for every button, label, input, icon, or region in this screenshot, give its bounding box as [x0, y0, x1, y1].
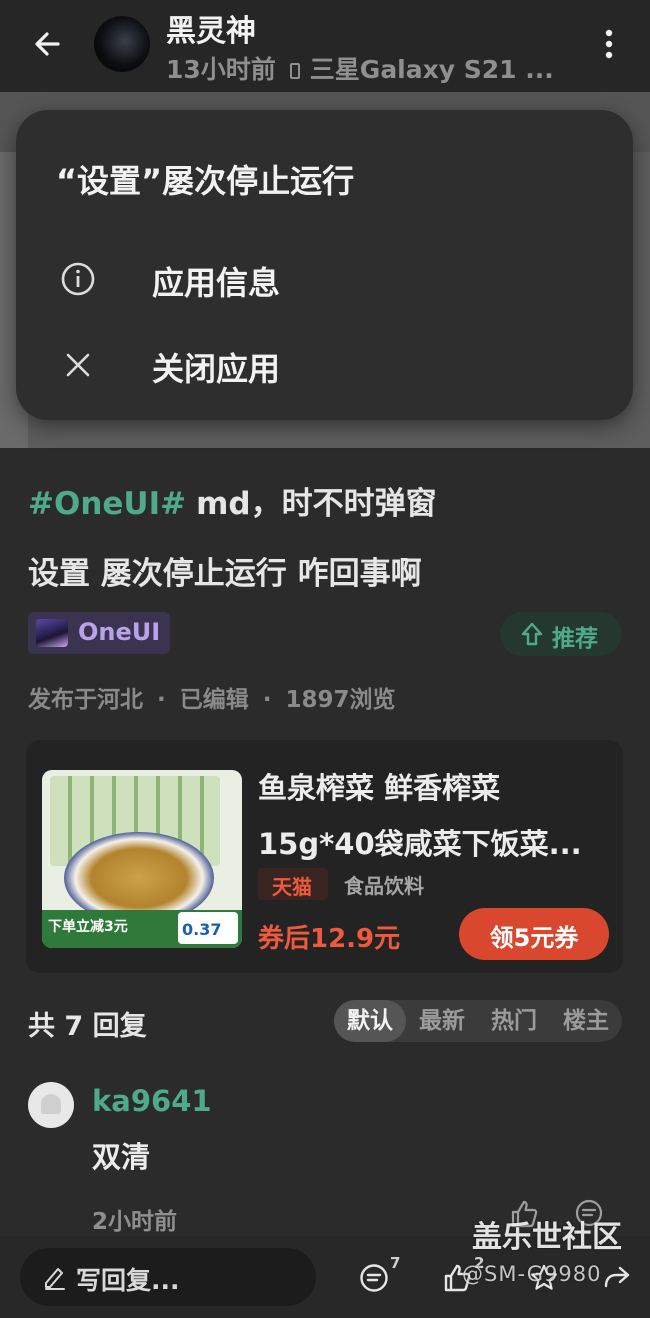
commenter-name[interactable]: ka9641 [92, 1084, 212, 1118]
product-title-line2: 15g*40袋咸菜下饭菜... [258, 827, 582, 861]
dialog-option-app-info[interactable]: 应用信息 [16, 244, 633, 314]
post-time: 13小时前 [166, 55, 276, 84]
more-options-icon[interactable] [596, 24, 622, 64]
comment-time: 2小时前 [92, 1209, 178, 1235]
sort-tab-hot[interactable]: 热门 [478, 1000, 550, 1042]
recommend-button[interactable]: 推荐 [500, 612, 622, 656]
post-title-text: md，时不时弹窗 [196, 486, 437, 522]
android-icon [41, 1094, 61, 1114]
dialog-option-label: 应用信息 [152, 264, 281, 302]
topic-thumbnail [36, 619, 68, 647]
store-badge-label: 天猫 [272, 875, 312, 899]
get-coupon-button[interactable]: 领5元券 [459, 908, 609, 960]
post-views: 1897浏览 [285, 687, 396, 713]
dialog-option-close-app[interactable]: 关闭应用 [16, 330, 633, 400]
commenter-avatar[interactable] [28, 1082, 74, 1128]
recommend-label: 推荐 [552, 626, 598, 652]
post-info: 发布于河北 · 已编辑 · 1897浏览 [28, 687, 396, 713]
author-name[interactable]: 黑灵神 [166, 6, 256, 50]
comment-icon[interactable] [358, 1262, 390, 1294]
sort-tab-latest[interactable]: 最新 [406, 1000, 478, 1042]
sort-tab-op[interactable]: 楼主 [550, 1000, 622, 1042]
product-category: 食品饮料 [344, 874, 424, 898]
post-body: 设置 屡次停止运行 咋回事啊 [28, 556, 422, 592]
post-meta: 13小时前 三星Galaxy S21 ... [166, 50, 554, 86]
reply-sort-tabs: 默认 最新 热门 楼主 [334, 1000, 622, 1042]
comment-text: 双清 [92, 1140, 151, 1174]
reply-count: 共 7 回复 [28, 1011, 147, 1042]
store-badge: 天猫 [258, 868, 328, 900]
product-promo-text: 下单立减3元 [48, 919, 128, 935]
share-icon[interactable] [600, 1262, 632, 1294]
back-arrow-icon[interactable] [28, 24, 68, 64]
product-image: 下单立减3元 0.37 [42, 770, 242, 948]
post-location: 发布于河北 [28, 687, 143, 713]
watermark-site: 盖乐世社区 [472, 1220, 622, 1255]
product-image-price: 0.37 [182, 920, 222, 939]
post-device: 三星Galaxy S21 ... [309, 55, 554, 84]
write-reply-input[interactable]: 写回复... [20, 1248, 316, 1306]
app-crash-dialog: “设置”屡次停止运行 应用信息 关闭应用 [16, 110, 633, 420]
write-reply-placeholder: 写回复... [76, 1266, 180, 1295]
author-avatar[interactable] [94, 16, 150, 72]
info-icon [61, 262, 95, 296]
dialog-title: “设置”屡次停止运行 [56, 162, 355, 200]
product-title: 鱼泉榨菜 鲜香榨菜 15g*40袋咸菜下饭菜... [258, 760, 618, 872]
post-hashtag[interactable]: #OneUI# [28, 486, 186, 522]
sort-tab-default[interactable]: 默认 [334, 1000, 406, 1042]
coupon-price: 券后12.9元 [258, 924, 401, 954]
post-edited: 已编辑 [179, 687, 249, 713]
close-icon [66, 353, 90, 377]
topic-chip[interactable]: OneUI [28, 612, 170, 654]
topic-name: OneUI [78, 618, 161, 646]
top-app-bar: 黑灵神 13小时前 三星Galaxy S21 ... [0, 0, 650, 92]
dialog-option-label: 关闭应用 [152, 350, 281, 388]
comment-count: 7 [390, 1254, 401, 1272]
pen-icon [45, 1268, 65, 1290]
phone-icon [289, 63, 300, 79]
post-title: #OneUI# md，时不时弹窗 [28, 478, 437, 523]
coupon-button-label: 领5元券 [489, 924, 579, 952]
arrow-up-icon [521, 622, 543, 646]
product-card[interactable]: 下单立减3元 0.37 鱼泉榨菜 鲜香榨菜 15g*40袋咸菜下饭菜... 天猫… [26, 740, 623, 973]
product-title-line1: 鱼泉榨菜 鲜香榨菜 [258, 771, 501, 805]
watermark-handle: @SM-G9980 [462, 1262, 602, 1286]
